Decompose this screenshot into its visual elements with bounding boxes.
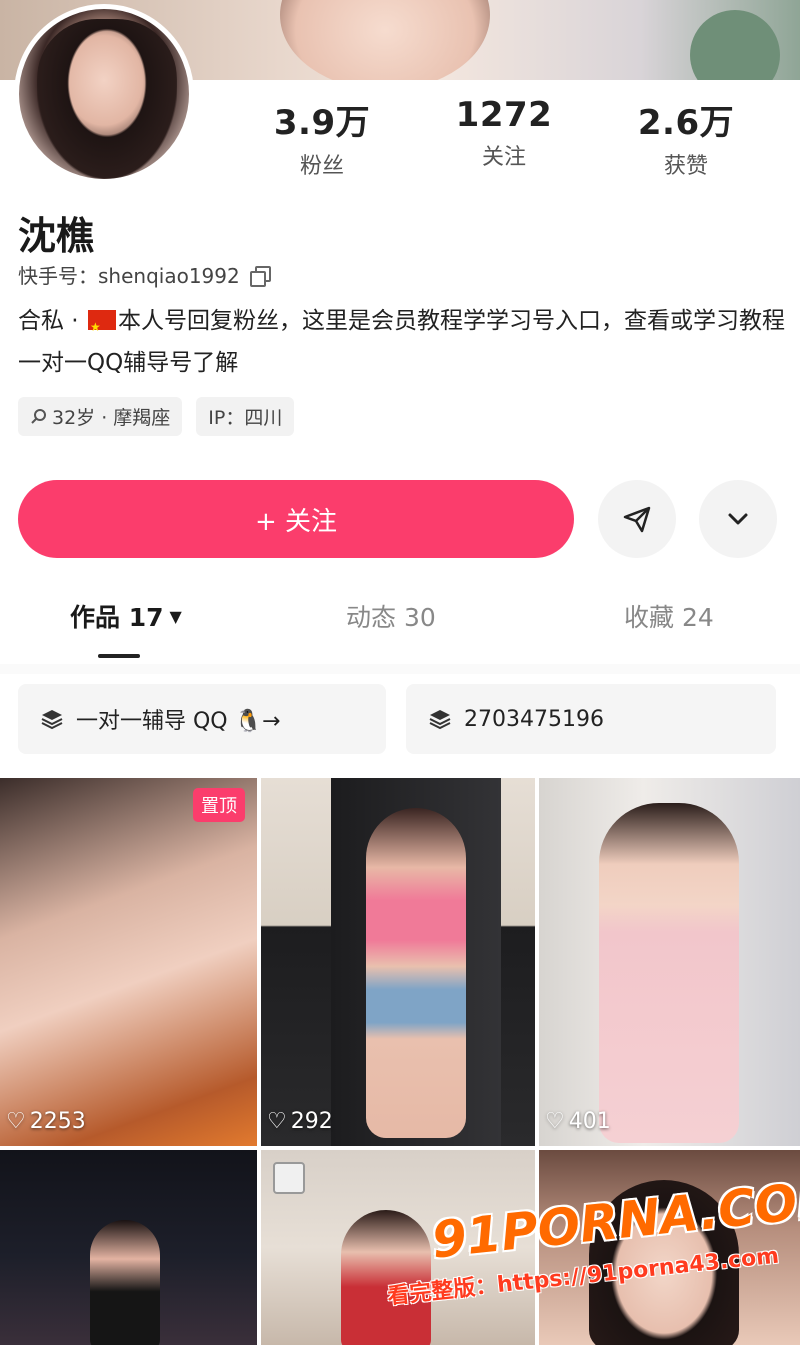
heart-icon: ♡: [6, 1109, 26, 1134]
thumbnail-subject: [90, 1220, 160, 1345]
age-zodiac-text: 32岁 · 摩羯座: [52, 407, 171, 429]
stat-following[interactable]: 1272 关注: [414, 95, 594, 171]
kuaishou-id: 快手号：shenqiao1992: [18, 264, 240, 288]
profile-stats: 3.9万 粉丝 1272 关注 2.6万 获赞: [232, 95, 772, 179]
ip-location-tag: IP：四川: [196, 397, 295, 436]
cover-photo-decor: [690, 10, 780, 80]
send-icon: [623, 506, 651, 533]
image-post-icon: [273, 1162, 305, 1194]
tab-works-label: 作品 17: [70, 603, 164, 632]
collection-qq-label: 一对一辅导 QQ 🐧→: [76, 709, 281, 734]
stat-following-label: 关注: [481, 145, 526, 170]
video-likes: ♡ 401: [545, 1109, 611, 1134]
kuaishou-id-row: 快手号：shenqiao1992: [18, 260, 271, 289]
stat-fans-value: 3.9万: [273, 103, 371, 143]
stat-likes-label: 获赞: [663, 154, 708, 179]
stat-fans[interactable]: 3.9万 粉丝: [232, 95, 412, 180]
thumbnail-subject: [366, 808, 466, 1138]
follow-button[interactable]: + 关注: [18, 480, 574, 558]
heart-icon: ♡: [267, 1109, 287, 1134]
china-flag-icon: [87, 306, 116, 348]
section-divider: [0, 664, 800, 674]
video-likes: ♡ 2253: [6, 1109, 86, 1134]
collection-qq-number[interactable]: 2703475196: [406, 684, 776, 754]
layers-icon: [41, 710, 63, 730]
stat-likes[interactable]: 2.6万 获赞: [596, 95, 776, 180]
profile-tags: 32岁 · 摩羯座 IP：四川: [18, 397, 295, 436]
profile-bio: 合私 · 本人号回复粉丝，这里是会员教程学学习号入口，查看或学习教程一对一QQ辅…: [18, 300, 788, 384]
ip-location-text: IP：四川: [208, 407, 283, 429]
active-tab-indicator: [98, 654, 140, 658]
thumbnail-subject: [599, 803, 739, 1143]
chevron-down-icon: [728, 513, 748, 525]
more-options-button[interactable]: [699, 480, 777, 558]
video-likes-count: 401: [568, 1109, 611, 1134]
video-likes-count: 2253: [29, 1109, 86, 1134]
video-likes: ♡ 292: [267, 1109, 333, 1134]
collection-qq-tutoring[interactable]: 一对一辅导 QQ 🐧→: [18, 684, 386, 754]
tab-favorites-label: 收藏 24: [624, 603, 714, 632]
tab-moments-label: 动态 30: [346, 603, 436, 632]
follow-button-label: + 关注: [254, 506, 338, 537]
stat-likes-value: 2.6万: [637, 103, 735, 143]
bio-prefix: 合私 ·: [18, 308, 86, 334]
caret-down-icon: ▼: [169, 606, 182, 626]
heart-icon: ♡: [545, 1109, 565, 1134]
bio-text: 本人号回复粉丝，这里是会员教程学学习号入口，查看或学习教程一对一QQ辅导号了解: [18, 308, 785, 376]
pinned-badge: 置顶: [193, 788, 245, 822]
share-button[interactable]: [598, 480, 676, 558]
copy-icon[interactable]: [249, 265, 271, 287]
video-thumbnail[interactable]: ♡ 292: [261, 778, 535, 1146]
cover-photo-subject: [280, 0, 490, 80]
stat-following-value: 1272: [455, 95, 553, 135]
video-thumbnail[interactable]: 置顶 ♡ 2253: [0, 778, 257, 1146]
search-icon: [31, 408, 46, 424]
tab-works[interactable]: 作品 17 ▼: [70, 598, 182, 634]
avatar[interactable]: [14, 4, 194, 184]
video-thumbnail[interactable]: [0, 1150, 257, 1345]
age-zodiac-tag: 32岁 · 摩羯座: [18, 397, 183, 436]
avatar-photo: [37, 19, 177, 179]
tab-favorites[interactable]: 收藏 24: [624, 598, 714, 634]
collection-number-label: 2703475196: [464, 706, 604, 732]
video-likes-count: 292: [290, 1109, 333, 1134]
profile-tabs: 作品 17 ▼ 动态 30 收藏 24: [0, 598, 800, 648]
video-thumbnail[interactable]: ♡ 401: [539, 778, 800, 1146]
tab-moments[interactable]: 动态 30: [346, 598, 436, 634]
profile-name: 沈樵: [18, 214, 95, 258]
stat-fans-label: 粉丝: [299, 154, 344, 179]
layers-icon: [429, 710, 451, 730]
